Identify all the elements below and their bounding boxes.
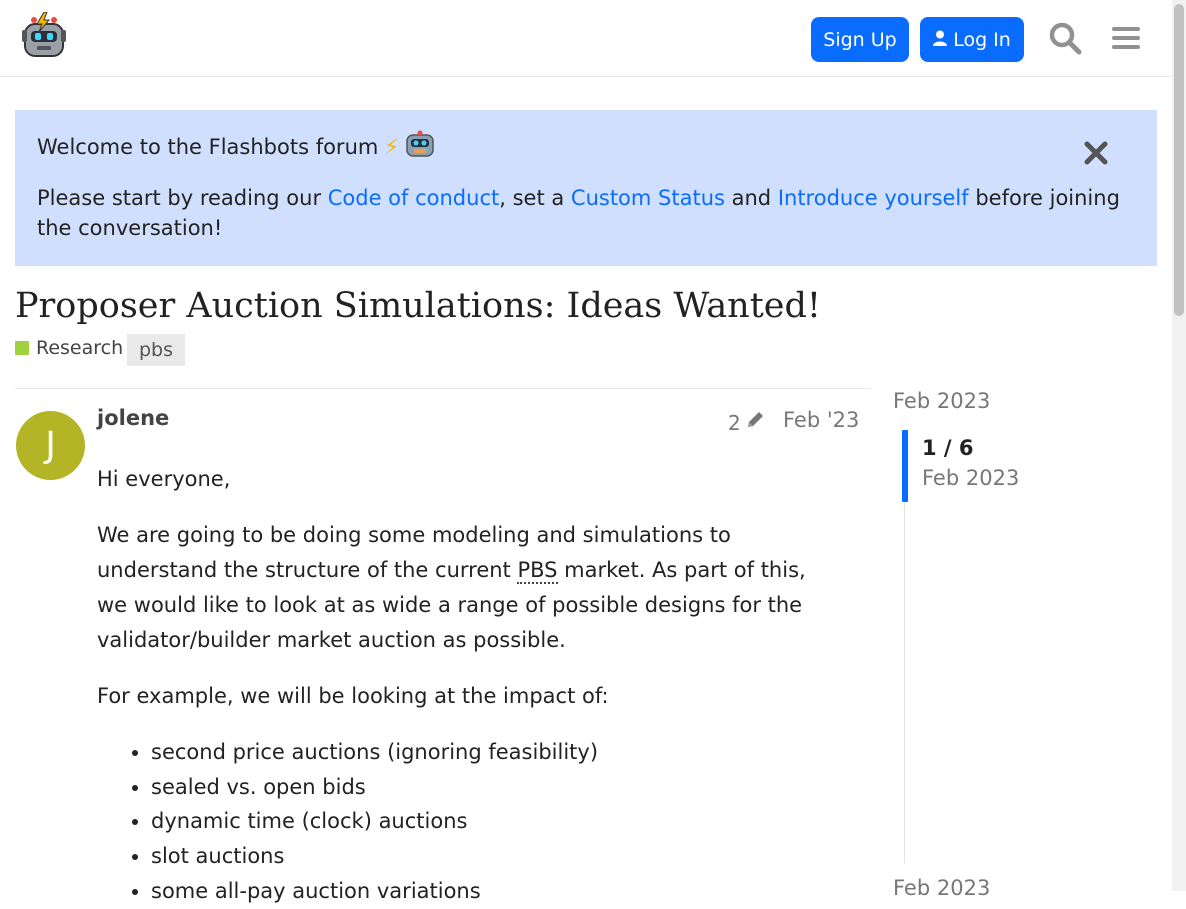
post-content: Hi everyone, We are going to be doing so… xyxy=(97,462,837,909)
list-item: slot auctions xyxy=(151,839,837,874)
post-username[interactable]: jolene xyxy=(97,406,169,430)
sign-up-label: Sign Up xyxy=(823,28,897,51)
sign-up-button[interactable]: Sign Up xyxy=(811,17,909,62)
custom-status-link[interactable]: Custom Status xyxy=(571,186,725,210)
introduce-yourself-link[interactable]: Introduce yourself xyxy=(778,186,969,210)
banner-title-text: Welcome to the Flashbots forum xyxy=(37,134,379,159)
pbs-abbreviation[interactable]: PBS xyxy=(517,558,558,584)
category-label: Research xyxy=(36,337,124,359)
log-in-button[interactable]: Log In xyxy=(920,17,1024,62)
search-icon[interactable] xyxy=(1045,18,1085,58)
site-header: Sign Up Log In xyxy=(0,0,1172,77)
post-greeting: Hi everyone, xyxy=(97,467,231,491)
page-scrollbar[interactable] xyxy=(1172,0,1186,891)
banner-text-start: Please start by reading our xyxy=(37,186,328,210)
avatar-letter: J xyxy=(45,425,56,466)
edit-history-button[interactable]: 2 xyxy=(728,410,765,435)
list-item: some all-pay auction variations xyxy=(151,874,837,909)
pencil-icon xyxy=(745,410,765,435)
timeline-scroll-handle[interactable] xyxy=(902,430,908,502)
user-icon xyxy=(933,29,948,51)
lightning-emoji: ⚡ xyxy=(384,134,400,159)
edit-count: 2 xyxy=(728,410,741,435)
post-list: second price auctions (ignoring feasibil… xyxy=(97,735,837,909)
timeline-end-date[interactable]: Feb 2023 xyxy=(893,876,990,900)
scrollbar-thumb[interactable] xyxy=(1174,4,1184,316)
welcome-banner: Welcome to the Flashbots forum ⚡ Please … xyxy=(15,110,1157,266)
banner-text-mid2: and xyxy=(724,186,778,210)
post-date[interactable]: Feb '23 xyxy=(783,408,859,432)
close-icon[interactable] xyxy=(1083,140,1109,166)
timeline-start-date[interactable]: Feb 2023 xyxy=(893,389,990,413)
category-badge[interactable]: Research xyxy=(15,337,123,359)
post-paragraph-2: For example, we will be looking at the i… xyxy=(97,684,609,708)
list-item: dynamic time (clock) auctions xyxy=(151,804,837,839)
log-in-label: Log In xyxy=(953,28,1011,51)
robot-face-icon xyxy=(405,130,435,163)
post-paragraph-1: We are going to be doing some modeling a… xyxy=(97,518,837,658)
tag-pbs[interactable]: pbs xyxy=(127,334,186,366)
avatar[interactable]: J xyxy=(16,411,85,480)
timeline-current-date: Feb 2023 xyxy=(922,466,1020,490)
banner-message: Please start by reading our Code of cond… xyxy=(37,183,1127,243)
list-item: second price auctions (ignoring feasibil… xyxy=(151,735,837,770)
topic-title[interactable]: Proposer Auction Simulations: Ideas Want… xyxy=(15,286,821,326)
banner-title: Welcome to the Flashbots forum ⚡ xyxy=(37,130,435,163)
timeline-position: 1 / 6 xyxy=(922,436,974,460)
code-of-conduct-link[interactable]: Code of conduct xyxy=(328,186,499,210)
hamburger-menu-icon[interactable] xyxy=(1106,18,1146,58)
post-divider xyxy=(15,388,871,389)
category-color-square xyxy=(15,341,29,355)
banner-text-mid1: , set a xyxy=(499,186,571,210)
flashbots-robot-logo-icon[interactable] xyxy=(22,11,66,60)
list-item: sealed vs. open bids xyxy=(151,770,837,805)
